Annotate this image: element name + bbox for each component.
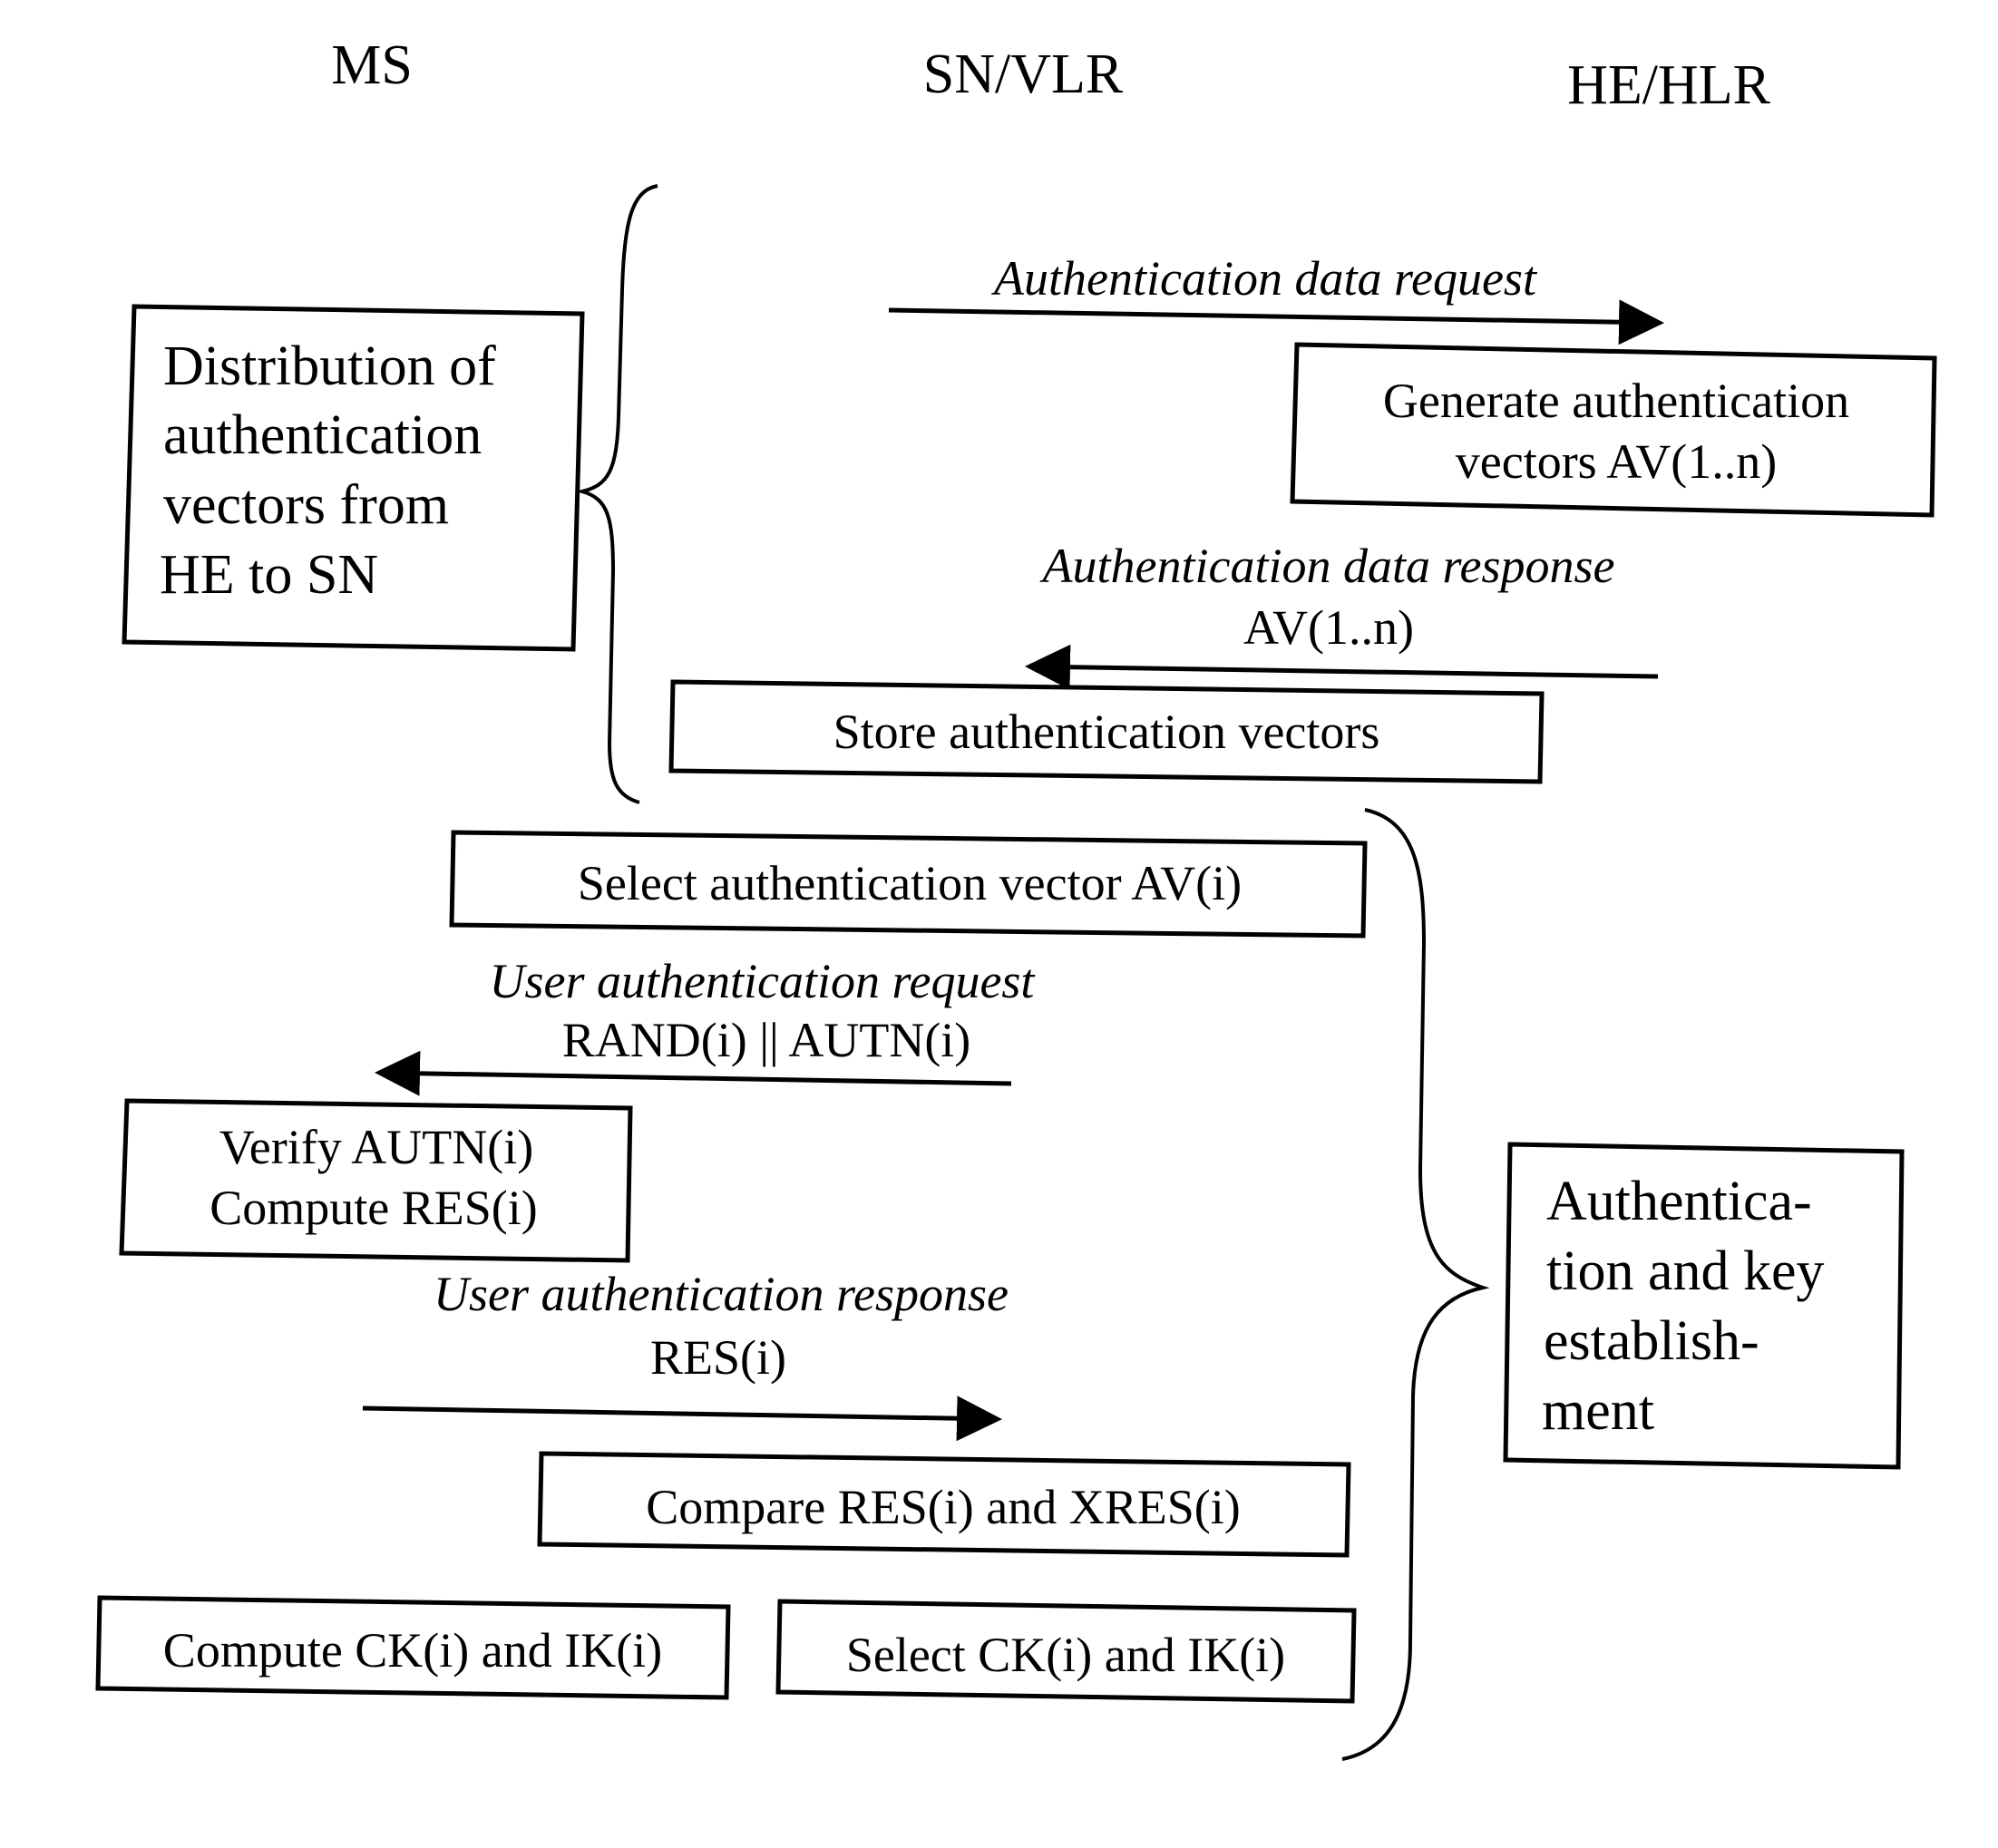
user-auth-request-arrow bbox=[375, 1050, 1012, 1096]
svg-text:Compute CK(i) and IK(i): Compute CK(i) and IK(i) bbox=[163, 1623, 662, 1678]
generate-vectors-step: Generate authentication vectors AV(1..n) bbox=[1290, 342, 1937, 518]
svg-text:vectors AV(1..n): vectors AV(1..n) bbox=[1456, 434, 1777, 489]
svg-text:Compare RES(i) and XRES(i): Compare RES(i) and XRES(i) bbox=[646, 1480, 1240, 1534]
svg-text:HE to SN: HE to SN bbox=[160, 544, 378, 606]
svg-text:vectors from: vectors from bbox=[163, 474, 449, 536]
store-vectors-step: Store authentication vectors bbox=[668, 679, 1545, 784]
auth-data-response-arrow bbox=[1025, 644, 1659, 690]
svg-text:authentication: authentication bbox=[163, 404, 482, 466]
svg-text:Verify AUTN(i): Verify AUTN(i) bbox=[219, 1120, 533, 1174]
verify-compute-step: Verify AUTN(i) Compute RES(i) bbox=[119, 1098, 633, 1263]
authentication-sequence-diagram: MS SN/VLR HE/HLR Distribution of authent… bbox=[95, 34, 1937, 1761]
user-auth-request-param: RAND(i) || AUTN(i) bbox=[562, 1013, 971, 1067]
entity-sn-vlr: SN/VLR bbox=[923, 44, 1124, 105]
svg-text:ment: ment bbox=[1542, 1380, 1654, 1442]
svg-text:Compute RES(i): Compute RES(i) bbox=[210, 1181, 538, 1235]
user-auth-response-arrow bbox=[362, 1396, 1002, 1442]
auth-data-request-label: Authentication data request bbox=[991, 251, 1538, 306]
svg-text:Authentica-: Authentica- bbox=[1546, 1171, 1812, 1232]
distribution-brace bbox=[575, 184, 658, 804]
svg-text:Store authentication vectors: Store authentication vectors bbox=[833, 705, 1380, 759]
distribution-phase-label: Distribution of authentication vectors f… bbox=[122, 304, 585, 652]
select-keys-step: Select CK(i) and IK(i) bbox=[775, 1599, 1357, 1704]
compare-res-step: Compare RES(i) and XRES(i) bbox=[537, 1451, 1351, 1558]
entity-he-hlr: HE/HLR bbox=[1567, 54, 1771, 116]
user-auth-response-label: User authentication response bbox=[434, 1267, 1009, 1321]
authentication-phase-label: Authentica- tion and key establish- ment bbox=[1503, 1142, 1905, 1470]
select-vector-step: Select authentication vector AV(i) bbox=[449, 830, 1368, 939]
user-auth-response-param: RES(i) bbox=[650, 1330, 786, 1385]
auth-data-response-label: Authentication data response bbox=[1040, 539, 1615, 593]
svg-text:Select CK(i) and IK(i): Select CK(i) and IK(i) bbox=[846, 1628, 1285, 1682]
svg-text:establish-: establish- bbox=[1544, 1310, 1759, 1372]
user-auth-request-label: User authentication request bbox=[490, 954, 1037, 1008]
auth-data-response-param: AV(1..n) bbox=[1243, 600, 1414, 655]
auth-data-request-arrow bbox=[888, 299, 1664, 345]
svg-text:Distribution of: Distribution of bbox=[163, 336, 496, 397]
entity-ms: MS bbox=[331, 34, 413, 96]
svg-text:tion and key: tion and key bbox=[1546, 1240, 1825, 1302]
svg-text:Select authentication vector A: Select authentication vector AV(i) bbox=[578, 856, 1242, 910]
svg-text:Generate authentication: Generate authentication bbox=[1383, 374, 1849, 428]
authentication-brace bbox=[1341, 808, 1490, 1761]
compute-keys-step: Compute CK(i) and IK(i) bbox=[95, 1595, 731, 1700]
